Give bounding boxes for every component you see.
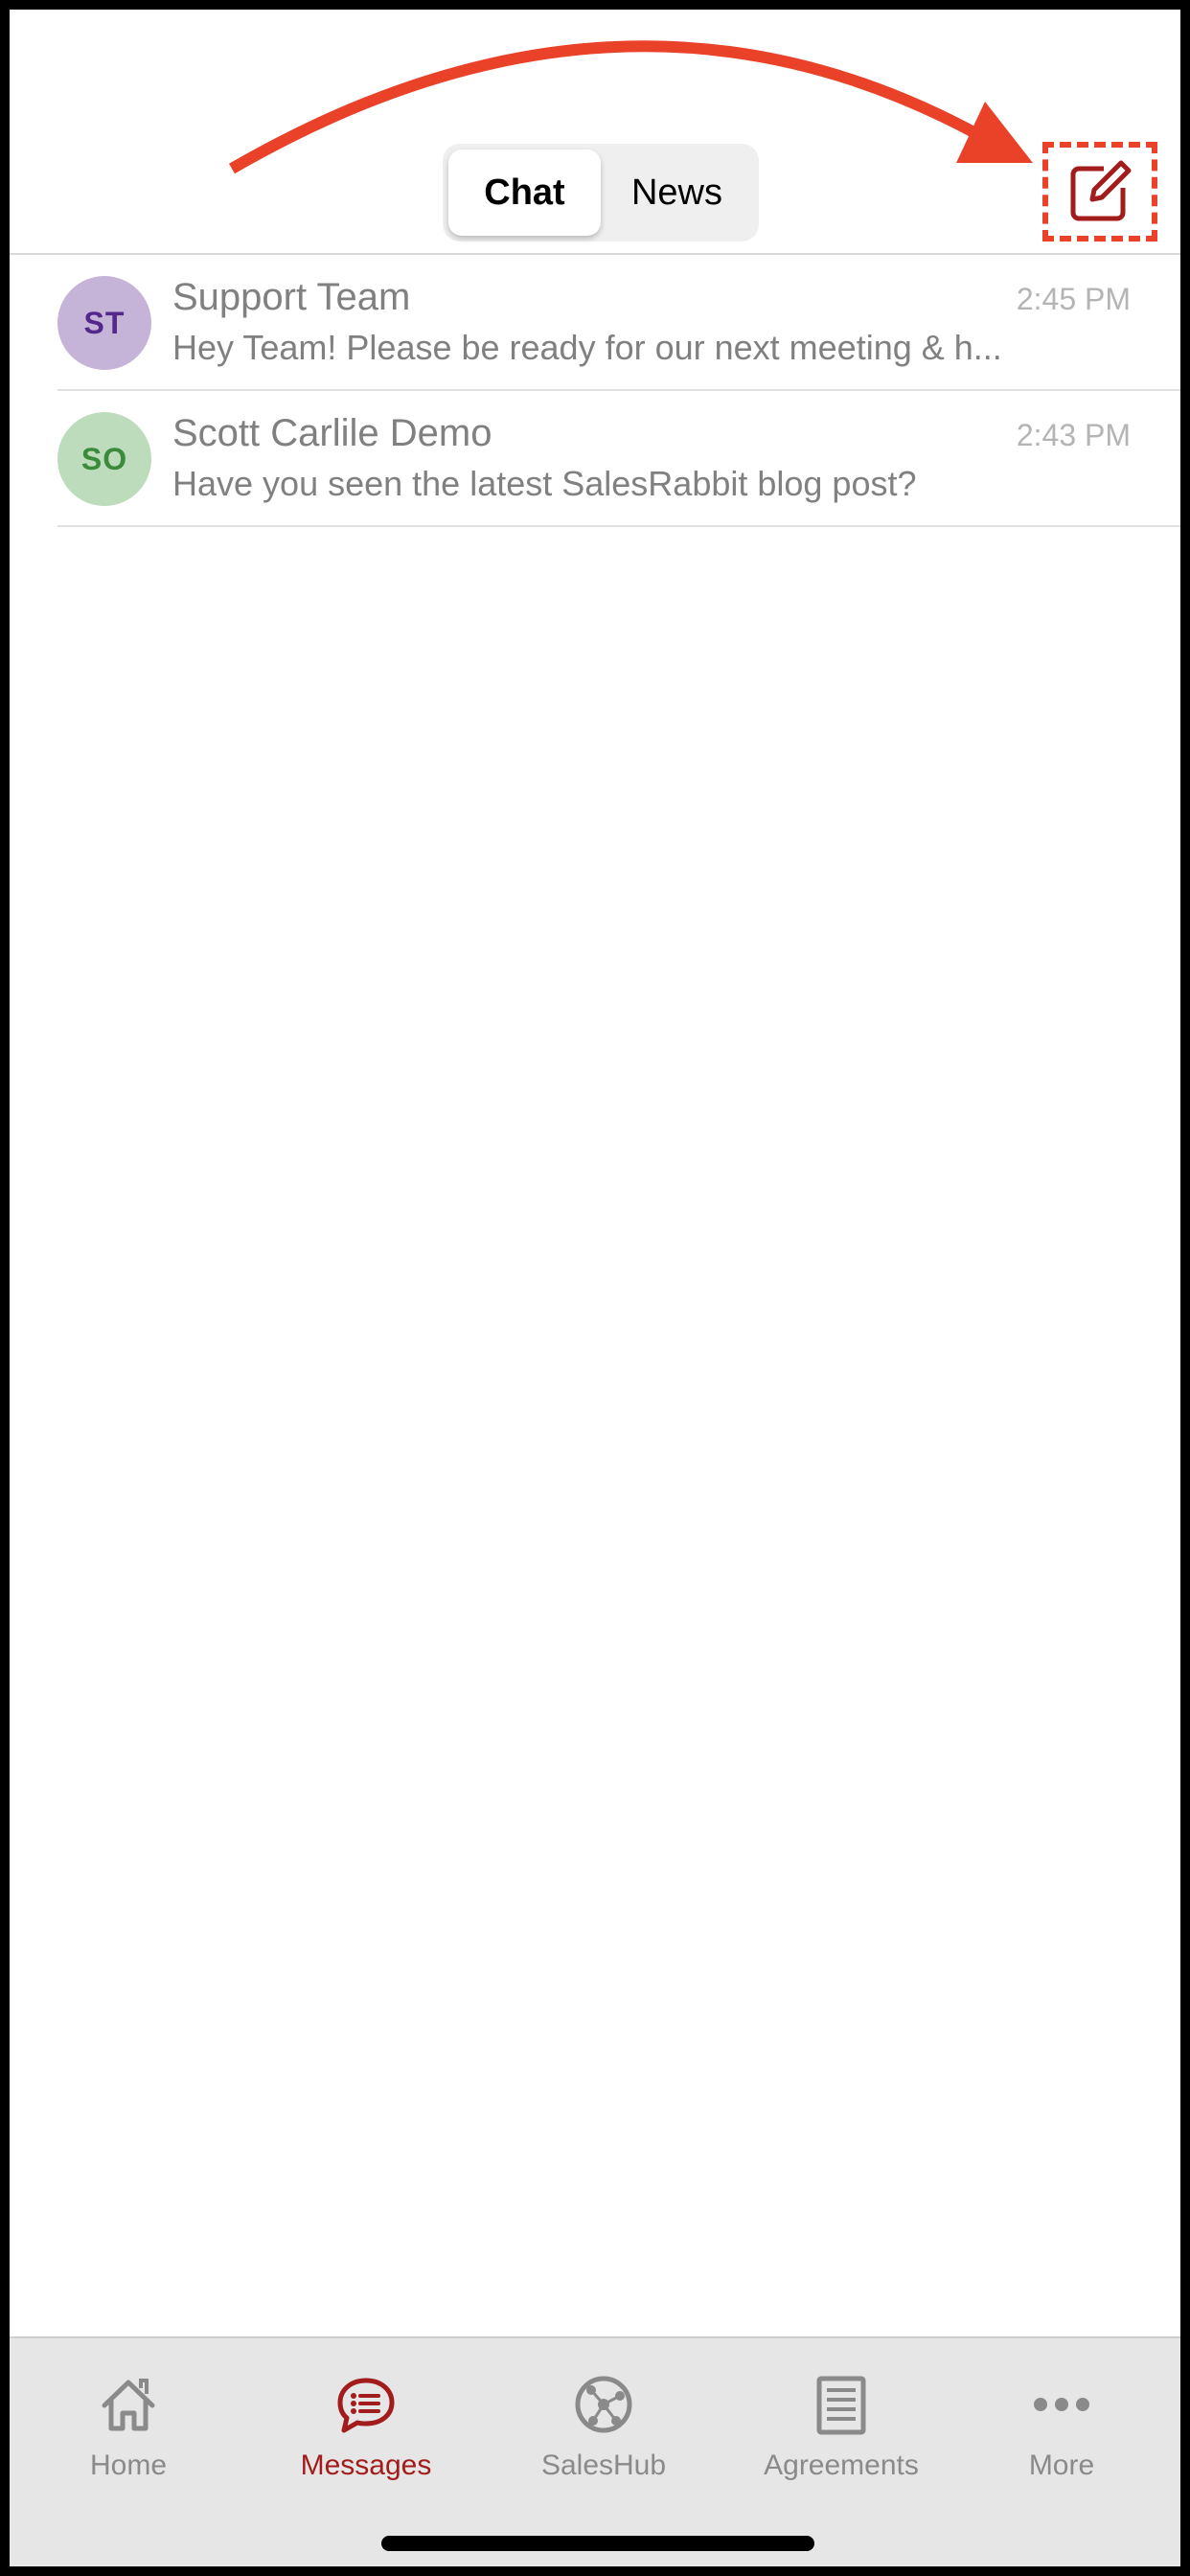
tab-label: SalesHub — [540, 2450, 667, 2481]
compose-icon — [1070, 160, 1132, 221]
tab-label: Messages — [300, 2450, 432, 2481]
chat-preview: Have you seen the latest SalesRabbit blo… — [172, 464, 917, 503]
tab-chat[interactable]: Chat — [448, 150, 601, 236]
chat-news-segmented-control: Chat News — [443, 144, 759, 242]
saleshub-icon — [575, 2376, 632, 2433]
chat-preview: Hey Team! Please be ready for our next m… — [172, 328, 1002, 367]
chat-timestamp: 2:45 PM — [1016, 282, 1131, 316]
messages-icon — [337, 2378, 395, 2433]
messages-screen: Chat News ST Support Team 2:45 PM Hey Te… — [10, 10, 1180, 2566]
chat-name: Support Team — [172, 276, 411, 318]
chat-row-support-team[interactable]: ST Support Team 2:45 PM Hey Team! Please… — [10, 255, 1180, 391]
chat-name: Scott Carlile Demo — [172, 412, 492, 454]
phone-frame: Chat News ST Support Team 2:45 PM Hey Te… — [0, 0, 1190, 2576]
tab-agreements[interactable]: Agreements — [722, 2338, 960, 2492]
home-indicator — [381, 2536, 814, 2551]
tab-label: Home — [89, 2450, 168, 2481]
chat-timestamp: 2:43 PM — [1016, 418, 1131, 452]
tab-bar: Home Messages SalesHub Agreements More — [10, 2336, 1180, 2566]
header: Chat News — [10, 10, 1180, 255]
tab-news[interactable]: News — [601, 150, 753, 236]
avatar: ST — [57, 276, 151, 370]
agreements-icon — [816, 2376, 866, 2435]
home-icon — [102, 2379, 155, 2431]
tab-more[interactable]: More — [943, 2338, 1180, 2492]
row-divider — [57, 525, 1180, 527]
tab-home[interactable]: Home — [10, 2338, 247, 2492]
more-icon — [1034, 2398, 1089, 2411]
tab-saleshub[interactable]: SalesHub — [485, 2338, 722, 2492]
chat-row-scott-carlile-demo[interactable]: SO Scott Carlile Demo 2:43 PM Have you s… — [10, 391, 1180, 527]
tab-label: Agreements — [764, 2450, 919, 2481]
avatar: SO — [57, 412, 151, 506]
tab-messages[interactable]: Messages — [247, 2338, 485, 2492]
tab-label: More — [1028, 2450, 1095, 2481]
chat-list: ST Support Team 2:45 PM Hey Team! Please… — [10, 255, 1180, 527]
compose-button[interactable] — [1042, 142, 1157, 242]
